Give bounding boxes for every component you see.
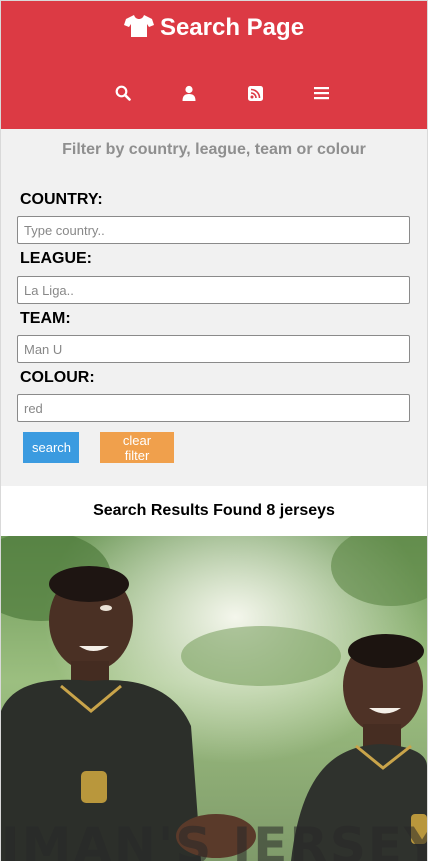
page: Search Page Filter by country, league, t… xyxy=(0,0,428,861)
country-input[interactable] xyxy=(17,216,410,244)
filter-panel: Filter by country, league, team or colou… xyxy=(1,129,427,486)
search-icon xyxy=(115,85,131,101)
colour-label: COLOUR: xyxy=(20,369,95,386)
clear-filter-button[interactable]: clear filter xyxy=(100,432,174,463)
result-card[interactable]: IMAN'S JERSEYS xyxy=(1,536,427,861)
rss-icon xyxy=(247,85,263,101)
nav-menu-button[interactable] xyxy=(309,81,333,105)
user-icon xyxy=(182,85,196,101)
team-input[interactable] xyxy=(17,335,410,363)
tshirt-icon xyxy=(123,14,154,45)
country-label: COUNTRY: xyxy=(20,191,103,208)
jersey-photo xyxy=(1,536,427,861)
page-title: Search Page xyxy=(1,14,427,45)
nav-user-button[interactable] xyxy=(177,81,201,105)
page-title-text: Search Page xyxy=(159,14,305,41)
filter-heading: Filter by country, league, team or colou… xyxy=(62,141,366,158)
menu-icon xyxy=(313,87,329,100)
header-nav xyxy=(1,81,427,105)
header-bar: Search Page xyxy=(1,0,427,129)
results-heading: Search Results Found 8 jerseys xyxy=(1,486,427,536)
search-button[interactable]: search xyxy=(23,432,79,463)
nav-search-button[interactable] xyxy=(111,81,135,105)
league-input[interactable] xyxy=(17,276,410,304)
league-label: LEAGUE: xyxy=(20,250,92,267)
nav-rss-button[interactable] xyxy=(243,81,267,105)
colour-input[interactable] xyxy=(17,394,410,422)
watermark-text: IMAN'S JERSEYS xyxy=(1,817,427,861)
team-label: TEAM: xyxy=(20,310,71,327)
